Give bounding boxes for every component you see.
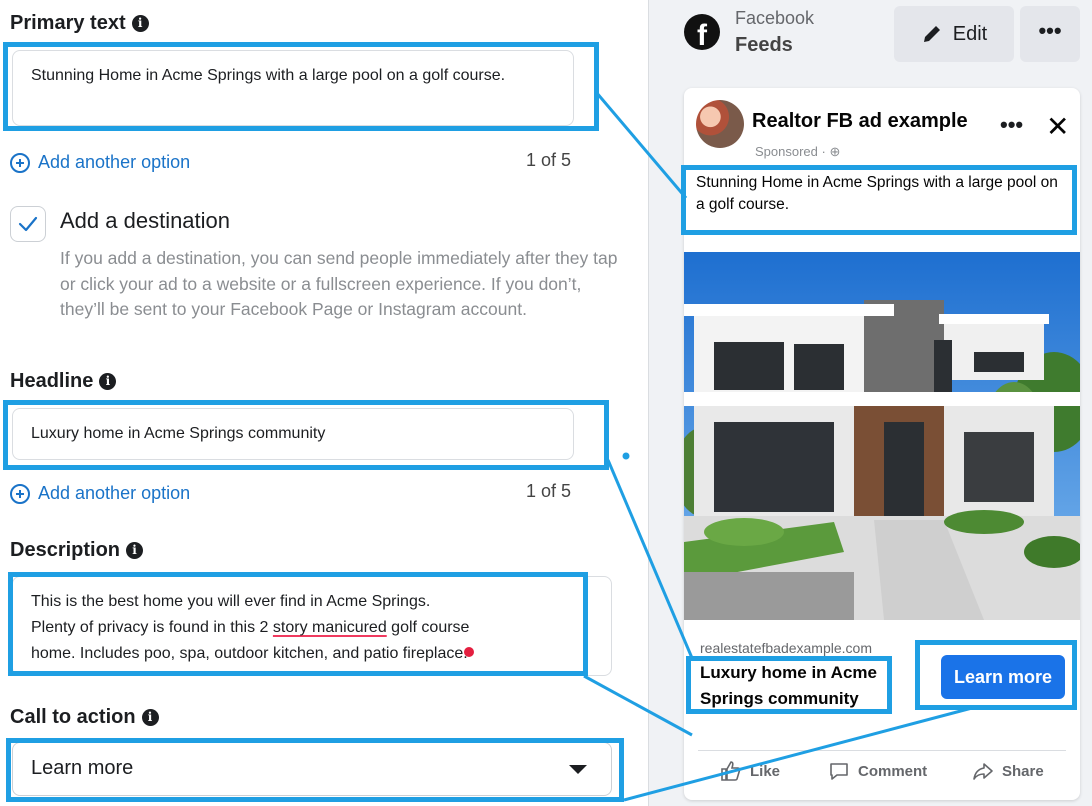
card-more-icon[interactable]: ••• <box>1000 112 1023 138</box>
description-label: Description i <box>10 539 144 562</box>
call-to-action-dropdown[interactable]: Learn more <box>12 742 612 796</box>
info-icon[interactable]: i <box>126 542 144 559</box>
info-icon[interactable]: i <box>99 373 117 390</box>
card-divider <box>698 750 1066 751</box>
red-dot-indicator <box>463 647 474 657</box>
add-destination-title: Add a destination <box>60 208 231 233</box>
caret-down-icon <box>569 765 587 774</box>
ad-headline: Luxury home in Acme Springs community <box>700 663 877 708</box>
primary-text-count: 1 of 5 <box>526 150 572 170</box>
share-button[interactable]: Share <box>972 760 1044 782</box>
more-options-button[interactable]: ••• <box>1020 6 1080 62</box>
close-icon[interactable]: ✕ <box>1046 112 1069 142</box>
headline-add-option-link[interactable]: Add another option <box>10 483 190 504</box>
comment-button[interactable]: Comment <box>828 760 927 782</box>
plus-circle-icon <box>10 152 30 173</box>
spellcheck-underlined-text: story manicured <box>272 619 387 636</box>
share-icon <box>973 763 993 780</box>
edit-button[interactable]: Edit <box>894 6 1014 62</box>
comment-icon <box>830 763 848 780</box>
page-name: Realtor FB ad example <box>752 110 968 132</box>
facebook-logo-icon: f <box>684 14 720 50</box>
ad-creative-form: Primary text i Stunning Home in Acme Spr… <box>0 0 636 806</box>
checkmark-icon <box>18 216 38 232</box>
ad-primary-text: Stunning Home in Acme Springs with a lar… <box>696 174 1058 213</box>
ad-link-domain: realestatefbadexample.com <box>700 640 872 656</box>
primary-text-input[interactable]: Stunning Home in Acme Springs with a lar… <box>12 50 574 126</box>
info-icon[interactable]: i <box>131 15 149 32</box>
description-textarea[interactable]: This is the best home you will ever find… <box>12 576 612 676</box>
add-destination-checkbox[interactable] <box>10 206 46 242</box>
globe-icon: ⊕ <box>829 144 841 159</box>
headline-input[interactable]: Luxury home in Acme Springs community <box>12 408 574 460</box>
plus-circle-icon <box>10 483 30 504</box>
thumbs-up-icon <box>721 761 741 781</box>
call-to-action-label: Call to action i <box>10 706 159 729</box>
headline-count: 1 of 5 <box>526 481 572 501</box>
ad-image-house <box>684 252 1080 620</box>
sponsored-label: Sponsored · ⊕ <box>755 144 841 159</box>
preview-placement: Feeds <box>735 34 793 56</box>
like-button[interactable]: Like <box>720 760 780 782</box>
info-icon[interactable]: i <box>141 709 159 726</box>
preview-platform: Facebook <box>735 8 815 28</box>
headline-label: Headline i <box>10 370 117 393</box>
primary-text-add-option-link[interactable]: Add another option <box>10 152 190 173</box>
add-destination-help: If you add a destination, you can send p… <box>60 248 618 319</box>
learn-more-button[interactable]: Learn more <box>941 655 1065 699</box>
primary-text-label: Primary text i <box>10 12 149 35</box>
page-avatar <box>696 100 744 148</box>
pencil-icon <box>923 26 940 42</box>
